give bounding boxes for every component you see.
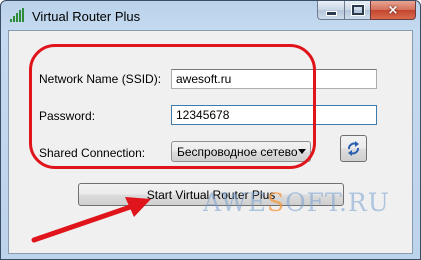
refresh-icon xyxy=(348,141,359,156)
maximize-button[interactable] xyxy=(344,1,370,20)
title-bar[interactable]: Virtual Router Plus × xyxy=(1,1,420,31)
watermark-part2: S xyxy=(267,188,286,217)
password-input[interactable] xyxy=(171,105,377,125)
chevron-down-icon xyxy=(298,149,306,154)
window-title: Virtual Router Plus xyxy=(32,9,141,24)
shared-connection-value: Беспроводное сетево xyxy=(177,145,298,159)
minimize-icon xyxy=(325,10,337,16)
close-button[interactable]: × xyxy=(370,1,416,20)
client-area: Network Name (SSID): Password: Shared Co… xyxy=(8,30,413,254)
close-icon: × xyxy=(387,2,399,18)
shared-connection-label: Shared Connection: xyxy=(39,146,146,160)
maximize-icon xyxy=(351,5,364,15)
password-label: Password: xyxy=(39,109,96,123)
app-window: Virtual Router Plus × Network Name (SSID… xyxy=(0,0,421,260)
shared-connection-select[interactable]: Беспроводное сетево xyxy=(171,141,311,162)
ssid-input[interactable] xyxy=(171,69,377,89)
refresh-button[interactable] xyxy=(340,135,367,162)
caption-buttons: × xyxy=(317,1,416,21)
watermark: AWESOFT.RU xyxy=(203,188,390,217)
minimize-button[interactable] xyxy=(317,1,344,20)
watermark-part1: AWE xyxy=(203,188,267,217)
watermark-part3: OFT.RU xyxy=(285,188,390,217)
signal-bars-icon xyxy=(10,8,26,22)
ssid-label: Network Name (SSID): xyxy=(39,72,162,86)
